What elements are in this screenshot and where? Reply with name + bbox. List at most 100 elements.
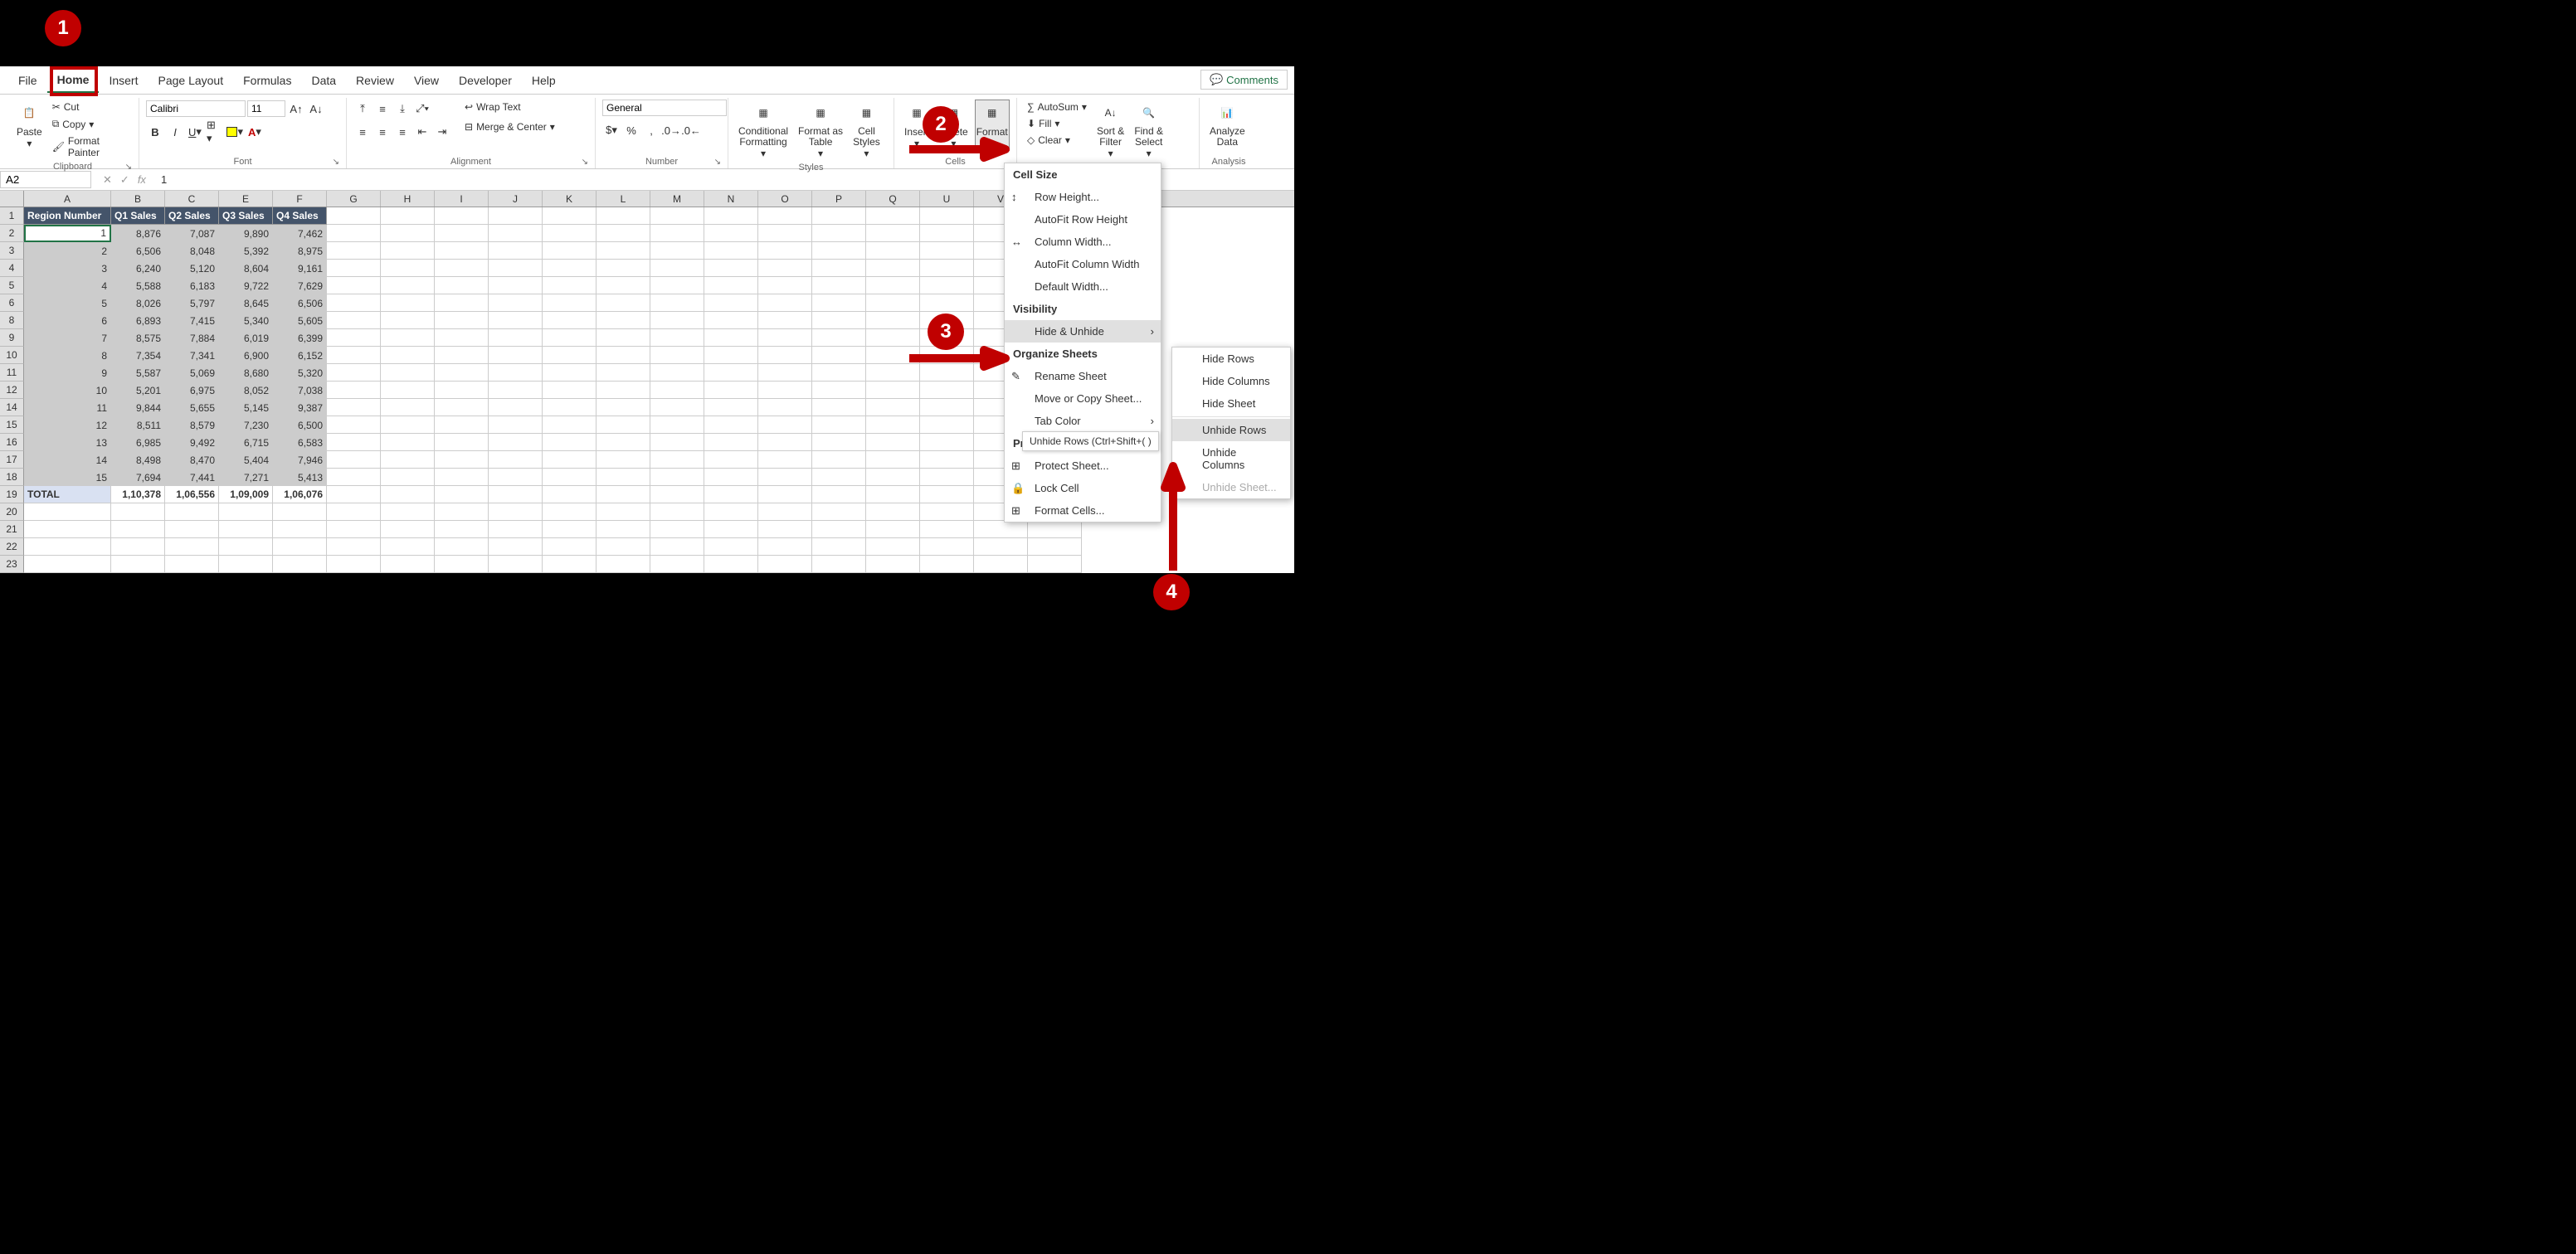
cell-J16[interactable] (489, 434, 543, 451)
cell-M10[interactable] (650, 347, 704, 364)
row-header-19[interactable]: 19 (0, 486, 24, 503)
row-header-15[interactable]: 15 (0, 416, 24, 434)
cell-I2[interactable] (435, 225, 489, 242)
cell-E18[interactable]: 7,271 (219, 469, 273, 486)
cell-I1[interactable] (435, 207, 489, 225)
cell-G17[interactable] (327, 451, 381, 469)
cell-P22[interactable] (812, 538, 866, 556)
borders-button[interactable]: ⊞ ▾ (206, 123, 224, 141)
cell-F6[interactable]: 6,506 (273, 294, 327, 312)
tab-help[interactable]: Help (522, 69, 566, 92)
cell-J2[interactable] (489, 225, 543, 242)
cell-L4[interactable] (597, 260, 650, 277)
clipboard-launcher-icon[interactable]: ↘ (125, 163, 132, 172)
cell-K22[interactable] (543, 538, 597, 556)
col-header-E[interactable]: E (219, 191, 273, 207)
cell-B14[interactable]: 9,844 (111, 399, 165, 416)
cell-N6[interactable] (704, 294, 758, 312)
cell-J3[interactable] (489, 242, 543, 260)
cell-C22[interactable] (165, 538, 219, 556)
cell-O22[interactable] (758, 538, 812, 556)
cell-G15[interactable] (327, 416, 381, 434)
cell-C5[interactable]: 6,183 (165, 277, 219, 294)
cell-H5[interactable] (381, 277, 435, 294)
cell-N23[interactable] (704, 556, 758, 573)
cell-C8[interactable]: 7,415 (165, 312, 219, 329)
cell-H10[interactable] (381, 347, 435, 364)
cell-J6[interactable] (489, 294, 543, 312)
cell-O12[interactable] (758, 382, 812, 399)
conditional-formatting-button[interactable]: ▦ Conditional Formatting▾ (735, 100, 791, 161)
cell-L8[interactable] (597, 312, 650, 329)
decrease-indent-icon[interactable]: ⇤ (413, 123, 431, 141)
cell-E17[interactable]: 5,404 (219, 451, 273, 469)
cell-A14[interactable]: 11 (24, 399, 111, 416)
cell-J22[interactable] (489, 538, 543, 556)
comma-format-icon[interactable]: , (642, 121, 660, 139)
menu-tab-color[interactable]: Tab Color› (1005, 410, 1161, 432)
cell-B11[interactable]: 5,587 (111, 364, 165, 382)
cell-F12[interactable]: 7,038 (273, 382, 327, 399)
col-header-O[interactable]: O (758, 191, 812, 207)
cell-G19[interactable] (327, 486, 381, 503)
row-header-16[interactable]: 16 (0, 434, 24, 451)
cell-P15[interactable] (812, 416, 866, 434)
menu-lock-cell[interactable]: 🔒Lock Cell (1005, 477, 1161, 499)
cell-L10[interactable] (597, 347, 650, 364)
cell-L17[interactable] (597, 451, 650, 469)
cell-M11[interactable] (650, 364, 704, 382)
number-format-select[interactable] (602, 100, 727, 116)
cell-K21[interactable] (543, 521, 597, 538)
cell-A23[interactable] (24, 556, 111, 573)
cell-H18[interactable] (381, 469, 435, 486)
cell-F3[interactable]: 8,975 (273, 242, 327, 260)
cell-K10[interactable] (543, 347, 597, 364)
cell-B23[interactable] (111, 556, 165, 573)
row-header-17[interactable]: 17 (0, 451, 24, 469)
cell-G2[interactable] (327, 225, 381, 242)
cell-Q19[interactable] (866, 486, 920, 503)
cell-G1[interactable] (327, 207, 381, 225)
cell-A3[interactable]: 2 (24, 242, 111, 260)
cell-O14[interactable] (758, 399, 812, 416)
cell-K16[interactable] (543, 434, 597, 451)
align-bottom-icon[interactable]: ⤓ (393, 100, 411, 118)
cell-C10[interactable]: 7,341 (165, 347, 219, 364)
cell-M5[interactable] (650, 277, 704, 294)
cell-Q4[interactable] (866, 260, 920, 277)
cell-J12[interactable] (489, 382, 543, 399)
cell-O9[interactable] (758, 329, 812, 347)
cell-K3[interactable] (543, 242, 597, 260)
cell-Q21[interactable] (866, 521, 920, 538)
cell-H22[interactable] (381, 538, 435, 556)
cell-L9[interactable] (597, 329, 650, 347)
menu-hide-rows[interactable]: Hide Rows (1172, 348, 1290, 370)
cell-G21[interactable] (327, 521, 381, 538)
row-header-21[interactable]: 21 (0, 521, 24, 538)
cell-J19[interactable] (489, 486, 543, 503)
cell-A1[interactable]: Region Number (24, 207, 111, 225)
cell-N10[interactable] (704, 347, 758, 364)
cell-H9[interactable] (381, 329, 435, 347)
cell-K19[interactable] (543, 486, 597, 503)
cell-U19[interactable] (920, 486, 974, 503)
cell-P10[interactable] (812, 347, 866, 364)
cell-U14[interactable] (920, 399, 974, 416)
cell-E6[interactable]: 8,645 (219, 294, 273, 312)
cell-M1[interactable] (650, 207, 704, 225)
font-size-select[interactable] (247, 100, 285, 117)
cell-E9[interactable]: 6,019 (219, 329, 273, 347)
cell-K17[interactable] (543, 451, 597, 469)
cell-F8[interactable]: 5,605 (273, 312, 327, 329)
align-right-icon[interactable]: ≡ (393, 123, 411, 141)
cell-J21[interactable] (489, 521, 543, 538)
cell-I9[interactable] (435, 329, 489, 347)
cell-L16[interactable] (597, 434, 650, 451)
cell-M6[interactable] (650, 294, 704, 312)
cell-N3[interactable] (704, 242, 758, 260)
cell-F2[interactable]: 7,462 (273, 225, 327, 242)
cell-B9[interactable]: 8,575 (111, 329, 165, 347)
cell-H21[interactable] (381, 521, 435, 538)
cell-H2[interactable] (381, 225, 435, 242)
cell-J5[interactable] (489, 277, 543, 294)
